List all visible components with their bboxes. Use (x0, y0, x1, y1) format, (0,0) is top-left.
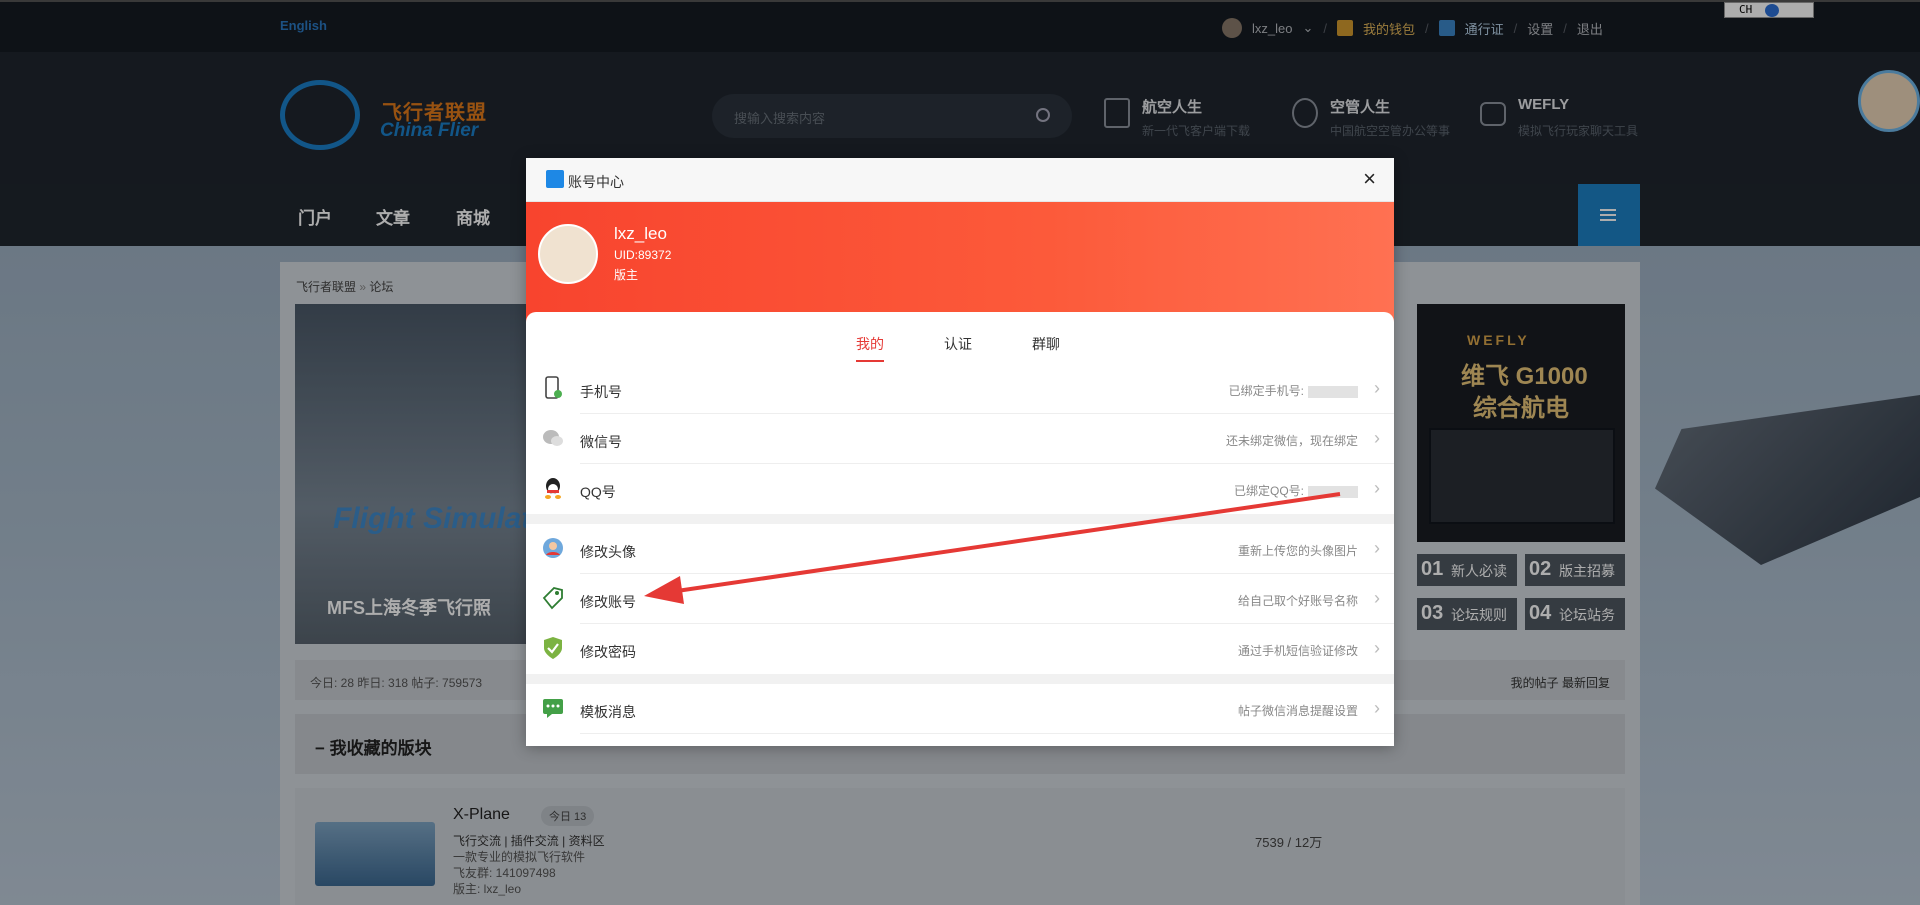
profile-name: lxz_leo (614, 224, 667, 243)
row-change-account[interactable]: 修改账号 给自己取个好账号名称 › (526, 574, 1394, 624)
chevron-right-icon: › (1374, 538, 1380, 558)
chevron-right-icon: › (1374, 698, 1380, 718)
row-value-text: 已绑定手机号: (1228, 384, 1304, 398)
row-value: 已绑定QQ号: (1234, 482, 1358, 499)
row-wechat[interactable]: 微信号 还未绑定微信，现在绑定 › (526, 414, 1394, 464)
message-icon (543, 699, 563, 718)
shield-check-icon (544, 637, 562, 659)
avatar[interactable] (538, 224, 598, 284)
masked-value (1308, 385, 1358, 398)
row-label: 模板消息 (580, 704, 636, 720)
chevron-right-icon: › (1374, 378, 1380, 398)
qq-icon (545, 478, 561, 499)
row-label: 修改头像 (580, 544, 636, 560)
dialog-header: 账号中心 × (526, 158, 1394, 202)
user-icon (546, 170, 564, 188)
avatar-icon (543, 538, 563, 558)
row-qq[interactable]: QQ号 已绑定QQ号: › (526, 464, 1394, 514)
profile-role: 版主 (614, 268, 639, 282)
section-divider (526, 514, 1394, 524)
row-label: 手机号 (580, 384, 622, 400)
dialog-title: 账号中心 (568, 174, 624, 190)
profile-uid: UID:89372 (614, 248, 672, 262)
row-value: 已绑定手机号: (1229, 382, 1358, 399)
row-value: 重新上传您的头像图片 (1237, 544, 1358, 558)
close-icon[interactable]: × (1363, 166, 1376, 192)
row-change-password[interactable]: 修改密码 通过手机短信验证修改 › (526, 624, 1394, 674)
row-label: 修改密码 (580, 644, 636, 660)
row-label: 修改账号 (580, 594, 636, 610)
chevron-right-icon: › (1374, 588, 1380, 608)
profile-card: lxz_leo UID:89372 版主 (526, 202, 1394, 330)
row-template-message[interactable]: 模板消息 帖子微信消息提醒设置 › (526, 684, 1394, 734)
row-value: 帖子微信消息提醒设置 (1237, 704, 1358, 718)
row-change-avatar[interactable]: 修改头像 重新上传您的头像图片 › (526, 524, 1394, 574)
row-value: 还未绑定微信，现在绑定 (1225, 434, 1358, 448)
masked-value (1308, 485, 1358, 498)
chevron-right-icon: › (1374, 428, 1380, 448)
dialog-tabs: 我的 认证 群聊 (526, 312, 1394, 372)
chevron-right-icon: › (1374, 638, 1380, 658)
row-value: 给自己取个好账号名称 (1237, 594, 1358, 608)
section-divider (526, 674, 1394, 684)
tag-icon (542, 587, 563, 610)
row-value-text: 已绑定QQ号: (1233, 484, 1304, 498)
tab-group-chat[interactable]: 群聊 (1032, 334, 1060, 354)
phone-icon (545, 376, 562, 399)
row-phone[interactable]: 手机号 已绑定手机号: › (526, 364, 1394, 414)
tab-verify[interactable]: 认证 (944, 334, 972, 354)
page: English lxz_leo ⌄ / 我的钱包 / 通行证 / 设置 / 退出… (0, 0, 1920, 905)
account-center-dialog: 账号中心 × lxz_leo UID:89372 版主 我的 认证 群聊 手机号… (526, 158, 1394, 746)
wechat-icon (543, 430, 563, 446)
row-value: 通过手机短信验证修改 (1237, 644, 1358, 658)
tab-mine[interactable]: 我的 (856, 334, 884, 362)
chevron-right-icon: › (1374, 478, 1380, 498)
row-label: 微信号 (580, 434, 622, 450)
row-label: QQ号 (580, 484, 616, 500)
